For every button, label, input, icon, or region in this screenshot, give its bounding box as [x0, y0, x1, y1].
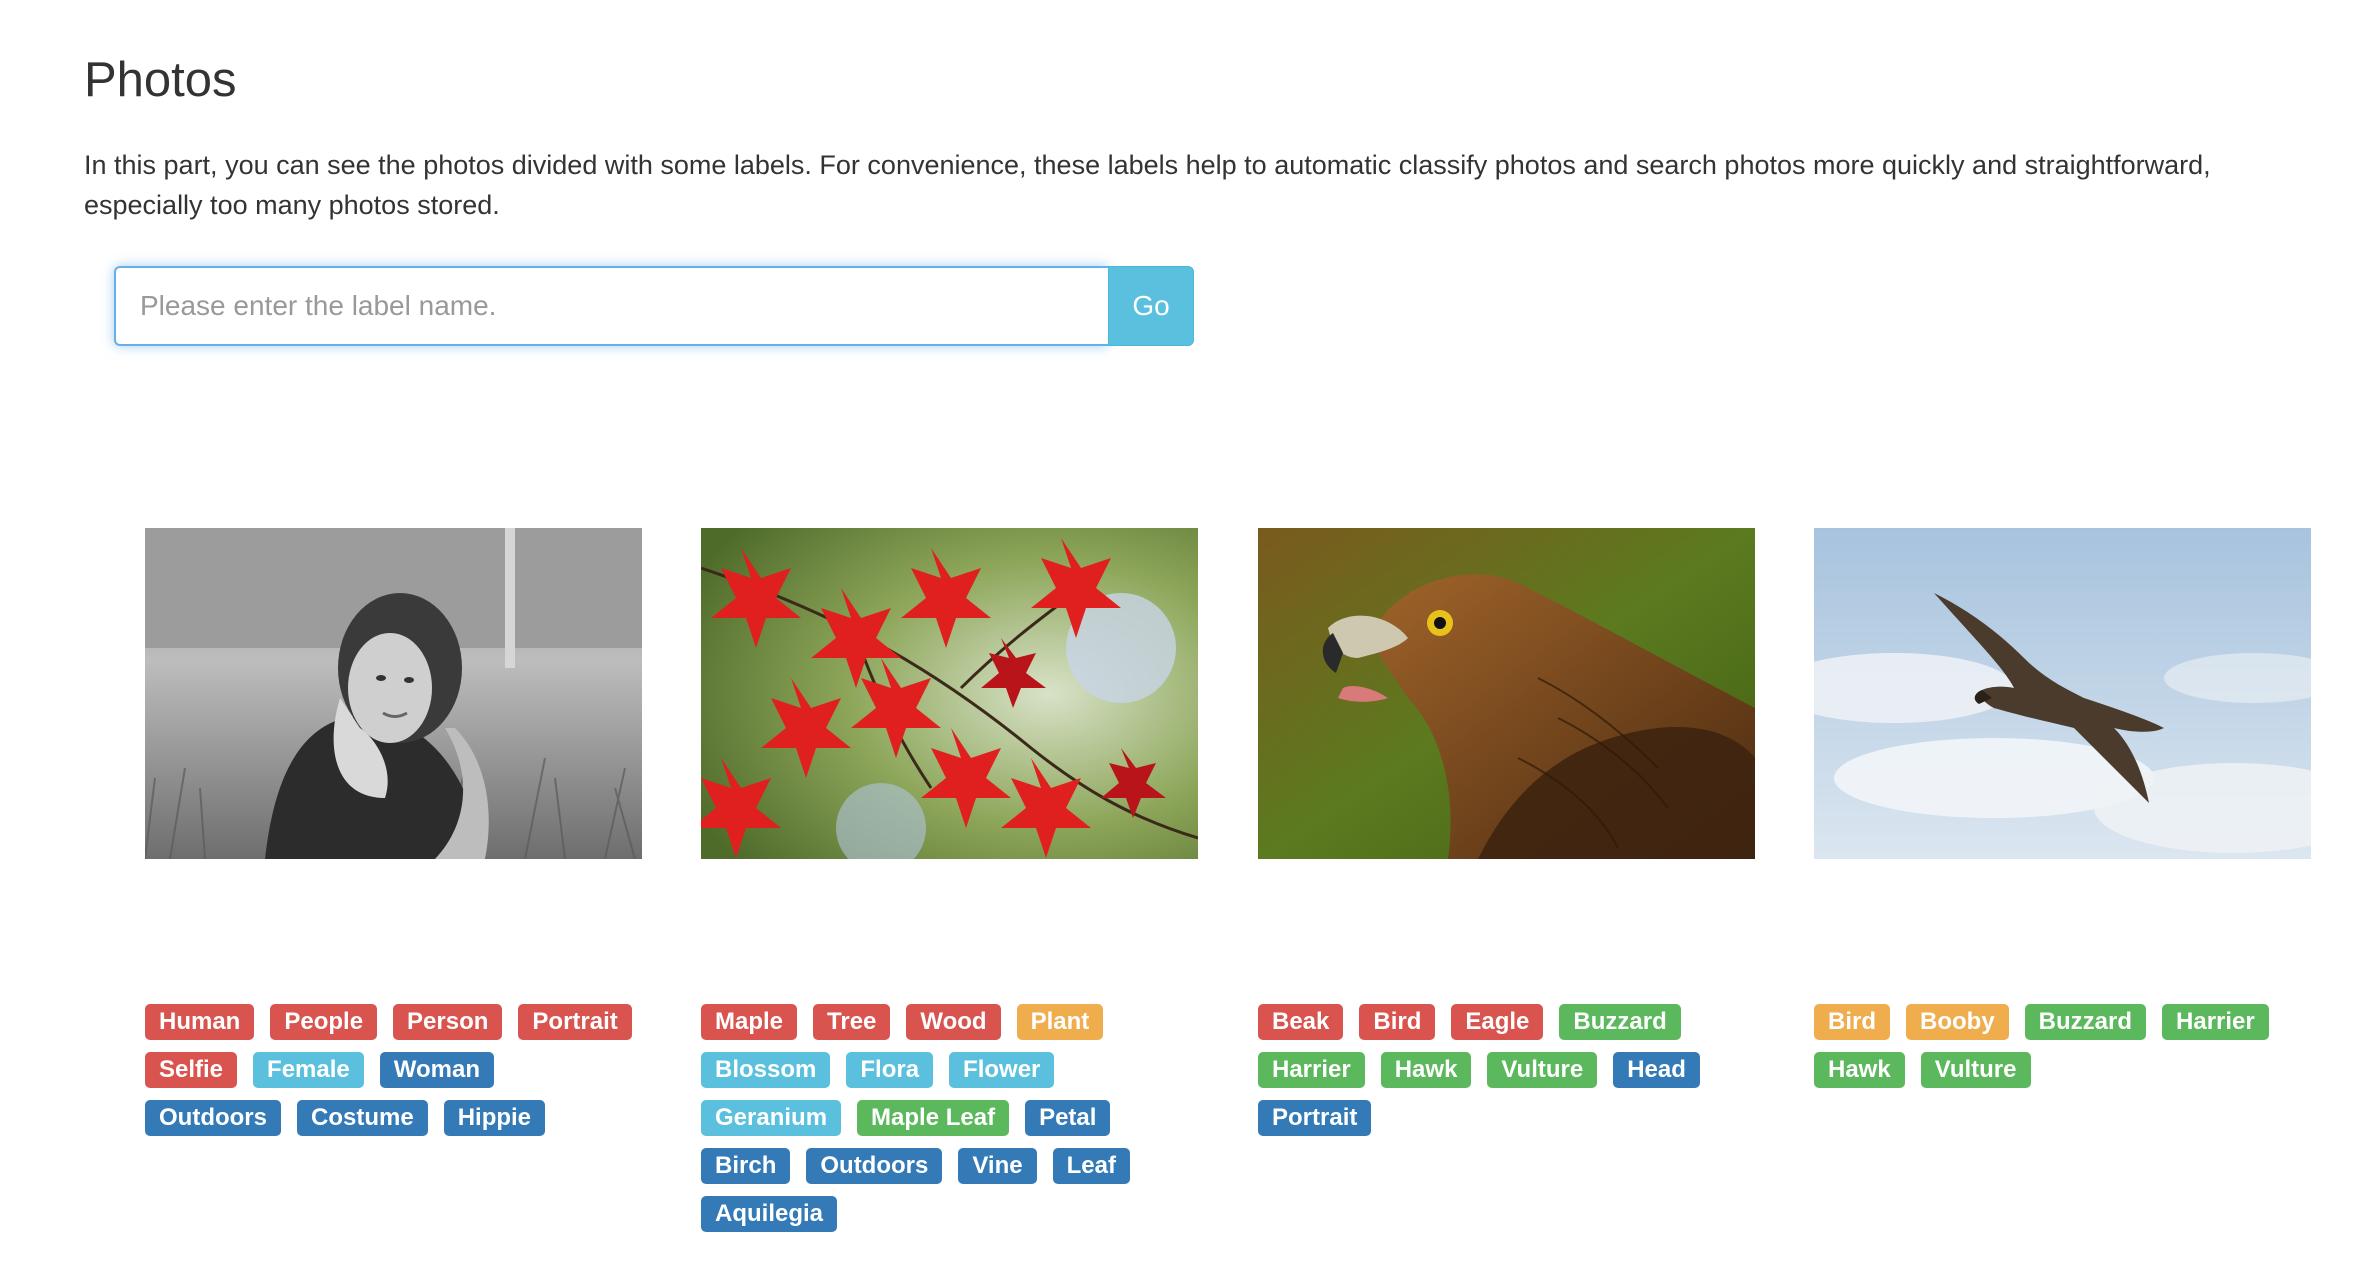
- label-tag[interactable]: Vulture: [1920, 1052, 2031, 1088]
- photo-labels: Beak Bird Eagle Buzzard Harrier Hawk Vul…: [1258, 1004, 1755, 1136]
- photo-card: Maple Tree Wood Plant Blossom Flora Flow…: [701, 528, 1198, 1232]
- label-tag[interactable]: Buzzard: [1559, 1004, 1681, 1040]
- label-tag[interactable]: Leaf: [1052, 1148, 1130, 1184]
- label-tag[interactable]: Vulture: [1487, 1052, 1598, 1088]
- label-tag[interactable]: Selfie: [145, 1052, 238, 1088]
- label-tag[interactable]: Costume: [297, 1100, 428, 1136]
- label-tag[interactable]: Woman: [379, 1052, 494, 1088]
- label-tag[interactable]: Maple Leaf: [857, 1100, 1010, 1136]
- label-tag[interactable]: Aquilegia: [701, 1196, 838, 1232]
- photos-page: Photos In this part, you can see the pho…: [0, 0, 2376, 1266]
- label-tag[interactable]: Petal: [1025, 1100, 1111, 1136]
- photo-bird-in-sky[interactable]: [1814, 528, 2311, 859]
- label-tag[interactable]: Vine: [958, 1148, 1037, 1184]
- photo-card: Beak Bird Eagle Buzzard Harrier Hawk Vul…: [1258, 528, 1755, 1136]
- label-tag[interactable]: Tree: [813, 1004, 891, 1040]
- maple-photo-image: [701, 528, 1198, 859]
- eagle-photo-image: [1258, 528, 1755, 859]
- label-tag[interactable]: Hippie: [443, 1100, 546, 1136]
- photo-card: Bird Booby Buzzard Harrier Hawk Vulture: [1814, 528, 2311, 1088]
- label-tag[interactable]: Plant: [1016, 1004, 1104, 1040]
- photo-labels: Maple Tree Wood Plant Blossom Flora Flow…: [701, 1004, 1198, 1232]
- label-tag[interactable]: Female: [253, 1052, 364, 1088]
- label-tag[interactable]: Geranium: [701, 1100, 842, 1136]
- intro-text: In this part, you can see the photos div…: [84, 150, 2211, 220]
- photo-woman-in-grass[interactable]: [145, 528, 642, 859]
- label-tag[interactable]: Hawk: [1814, 1052, 1905, 1088]
- label-tag[interactable]: Outdoors: [806, 1148, 943, 1184]
- photo-eagle[interactable]: [1258, 528, 1755, 859]
- photo-labels: Human People Person Portrait Selfie Fema…: [145, 1004, 642, 1136]
- label-tag[interactable]: Beak: [1258, 1004, 1344, 1040]
- label-tag[interactable]: Bird: [1359, 1004, 1436, 1040]
- label-tag[interactable]: Bird: [1814, 1004, 1890, 1040]
- photo-labels: Bird Booby Buzzard Harrier Hawk Vulture: [1814, 1004, 2311, 1088]
- label-tag[interactable]: Flower: [949, 1052, 1055, 1088]
- go-button[interactable]: Go: [1108, 266, 1194, 346]
- label-tag[interactable]: Portrait: [518, 1004, 632, 1040]
- label-tag[interactable]: Birch: [701, 1148, 791, 1184]
- label-tag[interactable]: Hawk: [1380, 1052, 1472, 1088]
- label-tag[interactable]: Harrier: [2162, 1004, 2269, 1040]
- label-search-input[interactable]: [114, 266, 1108, 346]
- label-tag[interactable]: People: [270, 1004, 378, 1040]
- label-tag[interactable]: Human: [145, 1004, 255, 1040]
- page-title: Photos: [84, 53, 237, 107]
- label-tag[interactable]: Head: [1613, 1052, 1700, 1088]
- woman-photo-image: [145, 528, 642, 859]
- label-tag[interactable]: Booby: [1906, 1004, 2009, 1040]
- label-tag[interactable]: Portrait: [1258, 1100, 1372, 1136]
- label-tag[interactable]: Person: [393, 1004, 503, 1040]
- photo-maple-leaves[interactable]: [701, 528, 1198, 859]
- bird-sky-photo-image: [1814, 528, 2311, 859]
- label-tag[interactable]: Buzzard: [2024, 1004, 2147, 1040]
- label-tag[interactable]: Eagle: [1451, 1004, 1544, 1040]
- label-tag[interactable]: Harrier: [1258, 1052, 1365, 1088]
- label-search-bar: Go: [114, 266, 1194, 346]
- photo-card: Human People Person Portrait Selfie Fema…: [145, 528, 642, 1136]
- label-tag[interactable]: Outdoors: [145, 1100, 281, 1136]
- label-tag[interactable]: Blossom: [701, 1052, 831, 1088]
- label-tag[interactable]: Wood: [906, 1004, 1001, 1040]
- label-tag[interactable]: Maple: [701, 1004, 798, 1040]
- label-tag[interactable]: Flora: [846, 1052, 934, 1088]
